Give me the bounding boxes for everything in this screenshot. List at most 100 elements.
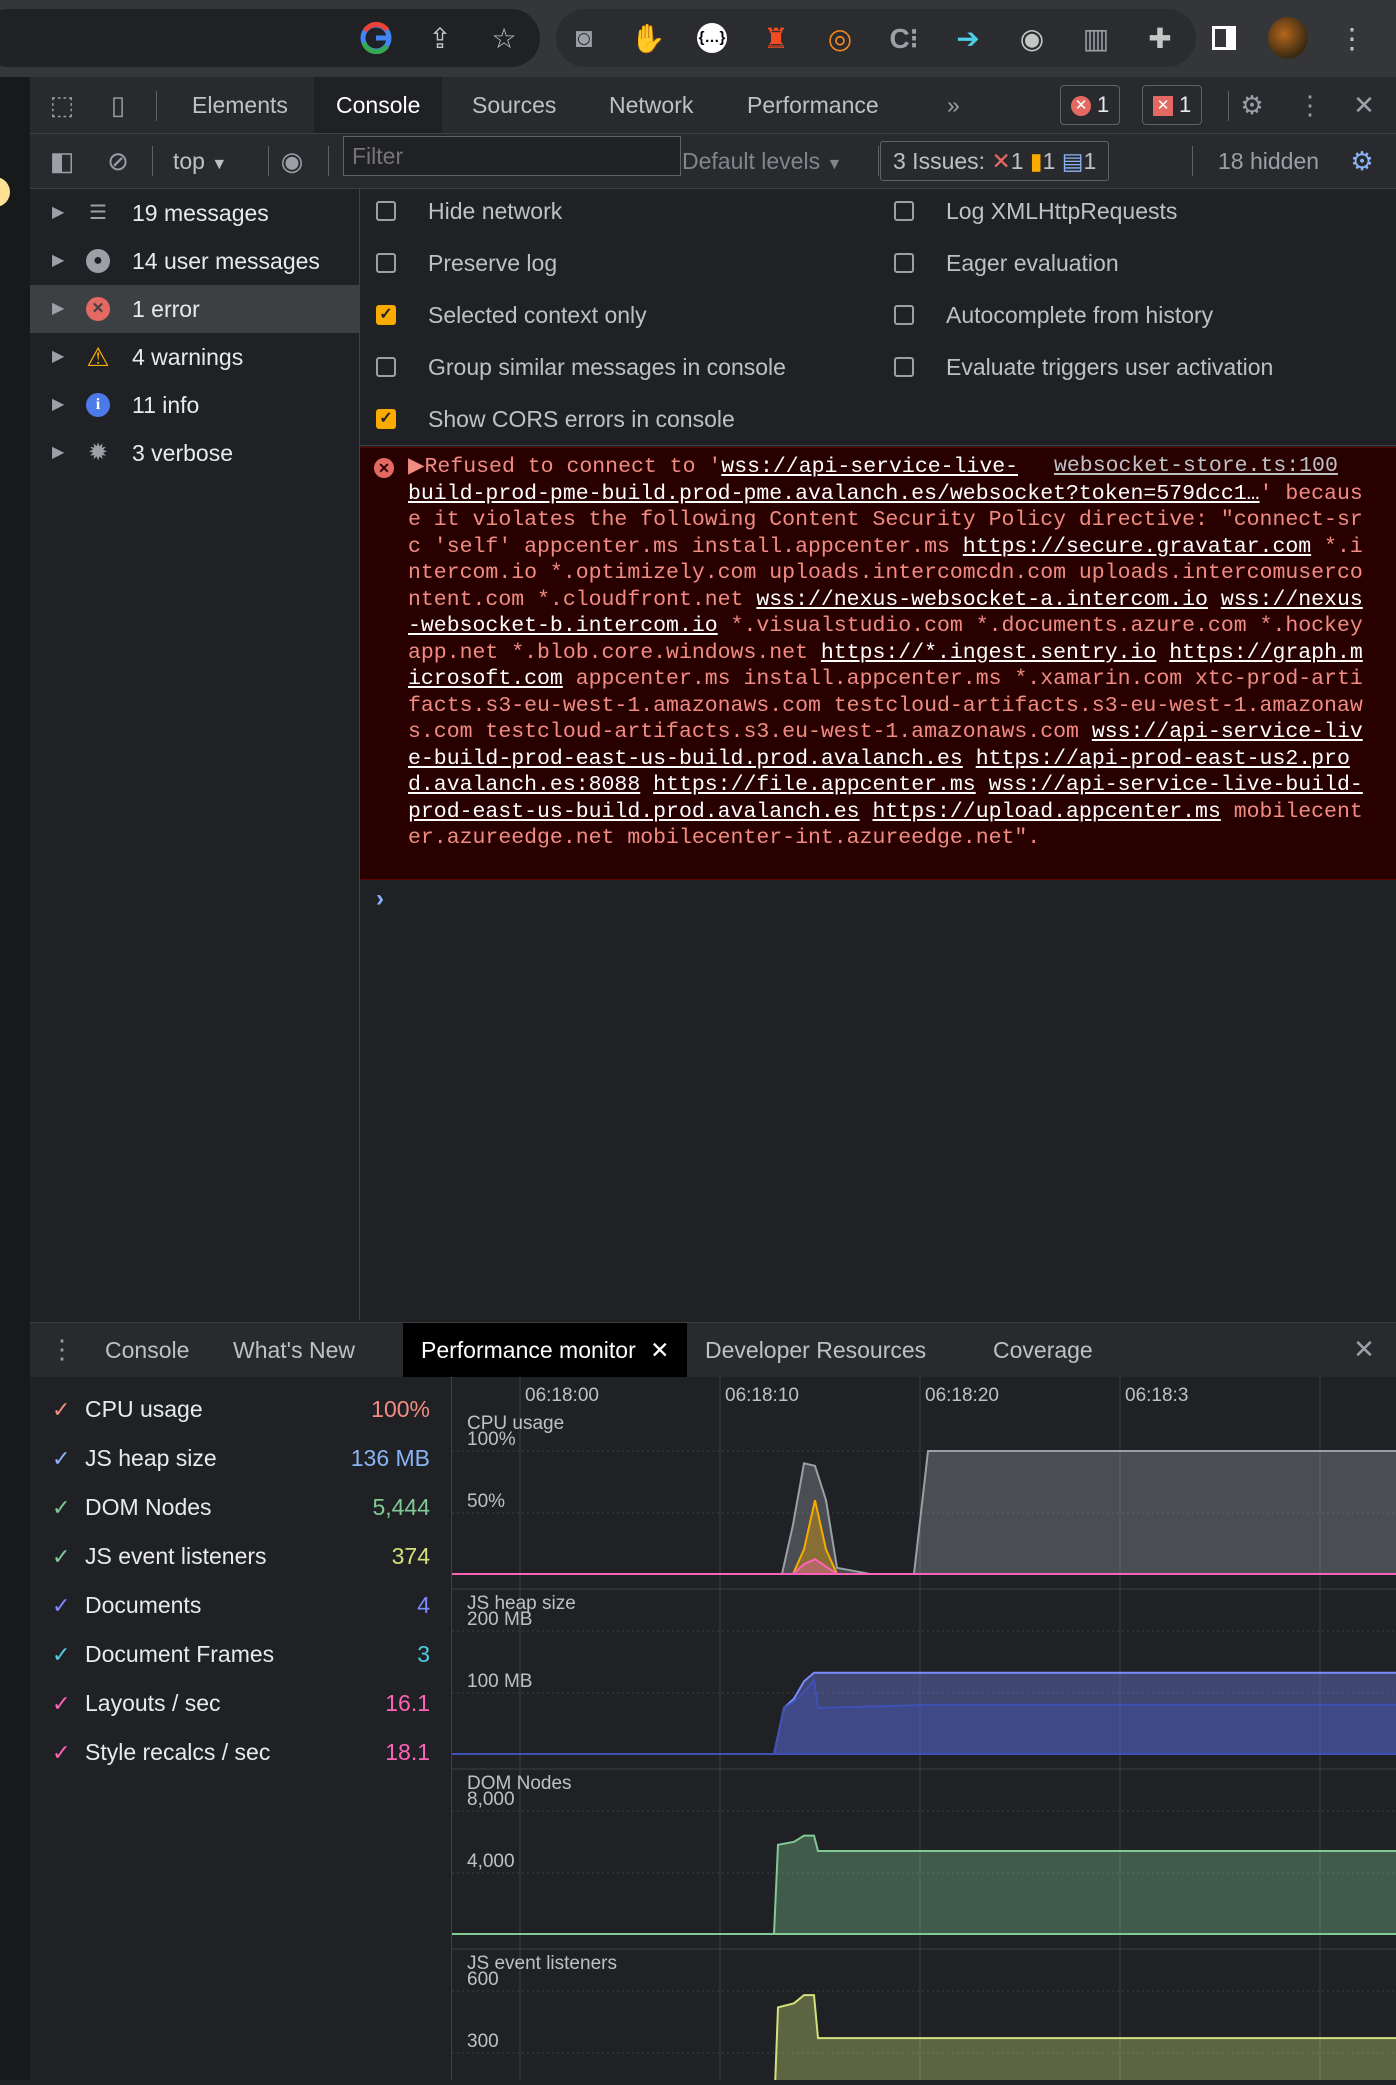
- clear-console-icon[interactable]: ⊘: [100, 143, 136, 179]
- error-source-link[interactable]: websocket-store.ts:100: [1046, 454, 1338, 478]
- console-prompt-icon[interactable]: ›: [376, 885, 384, 913]
- sidebar-item-verbose[interactable]: ▶ ✹ 3 verbose: [30, 429, 359, 477]
- tab-performance[interactable]: Performance: [725, 77, 901, 133]
- metric-style-recalcs-per-sec[interactable]: ✓ Style recalcs / sec 18.1: [30, 1728, 430, 1777]
- checkbox[interactable]: [894, 253, 914, 273]
- sidebar-item-warnings[interactable]: ▶ ⚠ 4 warnings: [30, 333, 359, 381]
- drawer-tab-performance-monitor[interactable]: Performance monitor ✕: [403, 1323, 688, 1377]
- sidebar-item-messages[interactable]: ▶ ☰ 19 messages: [30, 189, 359, 237]
- css-icon[interactable]: C⁝: [884, 18, 924, 58]
- expand-arrow-icon: ▶: [52, 204, 65, 221]
- issues-count-badge[interactable]: ✕ 1: [1142, 85, 1203, 125]
- error-url-link[interactable]: https://file.appcenter.ms: [653, 773, 976, 797]
- checkbox[interactable]: [376, 357, 396, 377]
- checkbox[interactable]: [894, 305, 914, 325]
- tab-console[interactable]: Console: [314, 77, 443, 133]
- error-url-link[interactable]: https://secure.gravatar.com: [963, 535, 1311, 559]
- tab-sources[interactable]: Sources: [450, 77, 578, 133]
- more-icon[interactable]: ⋮: [1332, 18, 1372, 58]
- metric-value: 4: [417, 1592, 430, 1618]
- sidebar-item-user-messages[interactable]: ▶ ● 14 user messages: [30, 237, 359, 285]
- error-url-link[interactable]: https://upload.appcenter.ms: [872, 800, 1220, 824]
- error-text-segment: [1208, 588, 1221, 612]
- google-icon[interactable]: [356, 18, 396, 58]
- metric-cpu-usage[interactable]: ✓ CPU usage 100%: [30, 1385, 430, 1434]
- divider: [152, 146, 153, 176]
- star-icon[interactable]: ☆: [484, 18, 524, 58]
- time-tick-label: 06:18:00: [525, 1385, 599, 1406]
- avatar[interactable]: [1268, 17, 1308, 59]
- drawer-tab-console[interactable]: Console: [105, 1323, 189, 1377]
- device-toolbar-icon[interactable]: ▯: [100, 87, 136, 123]
- metric-documents[interactable]: ✓ Documents 4: [30, 1581, 430, 1630]
- checkbox[interactable]: [894, 201, 914, 221]
- filter-input[interactable]: [343, 136, 681, 176]
- metric-value: 136 MB: [350, 1445, 430, 1471]
- camera-icon[interactable]: ◙: [564, 18, 604, 58]
- tab-elements[interactable]: Elements: [170, 77, 310, 133]
- eye-icon[interactable]: ◉: [274, 143, 310, 179]
- tab-network[interactable]: Network: [587, 77, 715, 133]
- metric-js-heap-size[interactable]: ✓ JS heap size 136 MB: [30, 1434, 430, 1483]
- hand-icon[interactable]: ✋: [628, 18, 668, 58]
- drawer-tab-developer-resources[interactable]: Developer Resources: [705, 1323, 926, 1377]
- drawer-tab-whats-new[interactable]: What's New: [233, 1323, 355, 1377]
- close-tab-icon[interactable]: ✕: [650, 1337, 669, 1363]
- checkbox[interactable]: [376, 253, 396, 273]
- sidepanel-icon[interactable]: [1204, 18, 1244, 58]
- error-url-link[interactable]: wss://api-service-live-: [721, 455, 1018, 479]
- drawer-menu-icon[interactable]: ⋮: [44, 1331, 80, 1367]
- performance-monitor-chart: 06:17:5006:18:0006:18:1006:18:2006:18:3C…: [325, 1377, 1396, 2085]
- inspect-icon[interactable]: ⬚: [44, 87, 80, 123]
- context-selector[interactable]: top ▼: [173, 134, 227, 188]
- value-tick-label: 100 MB: [467, 1671, 532, 1692]
- arrow-icon[interactable]: ➔: [948, 18, 988, 58]
- devtools-tab-bar: ⬚ ▯ Elements Console Sources Network Per…: [30, 77, 1396, 134]
- checkbox-checked[interactable]: ✓: [376, 305, 396, 325]
- checkbox-checked[interactable]: ✓: [376, 409, 396, 429]
- close-icon[interactable]: ✕: [1346, 87, 1382, 123]
- issues-button[interactable]: 3 Issues: ✕1 ▮1 ▤1: [880, 141, 1110, 181]
- sidebar-item-info[interactable]: ▶ i 11 info: [30, 381, 359, 429]
- checkbox[interactable]: [376, 201, 396, 221]
- series-area: [774, 1994, 1396, 2085]
- lifebuoy-icon[interactable]: ◎: [820, 18, 860, 58]
- error-icon: ✕: [1071, 96, 1091, 117]
- share-icon[interactable]: ⇪: [420, 18, 460, 58]
- close-drawer-icon[interactable]: ✕: [1346, 1331, 1382, 1367]
- error-text-segment: [640, 773, 653, 797]
- error-url-link[interactable]: wss://nexus-websocket-a.intercom.io: [756, 588, 1208, 612]
- sidebar-item-errors[interactable]: ▶ ✕ 1 error: [30, 285, 359, 333]
- console-toolbar: ◧ ⊘ top ▼ ◉ Default levels ▼ 3 Issues: ✕…: [30, 134, 1396, 189]
- warning-icon: ⚠: [86, 342, 110, 372]
- hidden-count: 18 hidden: [1218, 148, 1320, 174]
- puzzle-icon[interactable]: ✚: [1140, 18, 1180, 58]
- lighthouse-icon[interactable]: ♜: [756, 18, 796, 58]
- error-count-badge[interactable]: ✕ 1: [1060, 85, 1121, 125]
- metric-document-frames[interactable]: ✓ Document Frames 3: [30, 1630, 430, 1679]
- drawer-tab-coverage[interactable]: Coverage: [993, 1323, 1093, 1377]
- sidebar-toggle-icon[interactable]: ◧: [44, 143, 80, 179]
- metric-js-event-listeners[interactable]: ✓ JS event listeners 374: [30, 1532, 430, 1581]
- metric-dom-nodes[interactable]: ✓ DOM Nodes 5,444: [30, 1483, 430, 1532]
- metric-layouts-per-sec[interactable]: ✓ Layouts / sec 16.1: [30, 1679, 430, 1728]
- kebab-menu-icon[interactable]: ⋮: [1292, 87, 1328, 123]
- value-tick-label: 200 MB: [467, 1609, 532, 1630]
- console-settings-icon[interactable]: ⚙: [1344, 143, 1380, 179]
- barcode-icon[interactable]: ▥: [1076, 18, 1116, 58]
- error-message-text[interactable]: ▶Refused to connect to 'wss://api-servic…: [408, 454, 1368, 852]
- error-square-icon: ✕: [991, 148, 1011, 174]
- error-url-link[interactable]: build-prod-pme-build.prod-pme.avalanch.e…: [408, 482, 1260, 506]
- error-url-link[interactable]: https://*.ingest.sentry.io: [821, 641, 1156, 665]
- error-text-segment: [1156, 641, 1169, 665]
- metric-value: 5,444: [372, 1494, 430, 1520]
- checkbox[interactable]: [894, 357, 914, 377]
- json-icon[interactable]: {…}: [692, 18, 732, 58]
- gear-icon[interactable]: ⚙: [1234, 87, 1270, 123]
- target-icon[interactable]: ◉: [1012, 18, 1052, 58]
- value-tick-label: 300: [467, 2031, 499, 2052]
- more-tabs-button[interactable]: »: [925, 77, 982, 133]
- log-levels-dropdown[interactable]: Default levels ▼: [682, 134, 842, 188]
- time-tick-label: 06:18:10: [725, 1385, 799, 1406]
- console-sidebar: ▶ ☰ 19 messages ▶ ● 14 user messages ▶ ✕…: [30, 189, 360, 1320]
